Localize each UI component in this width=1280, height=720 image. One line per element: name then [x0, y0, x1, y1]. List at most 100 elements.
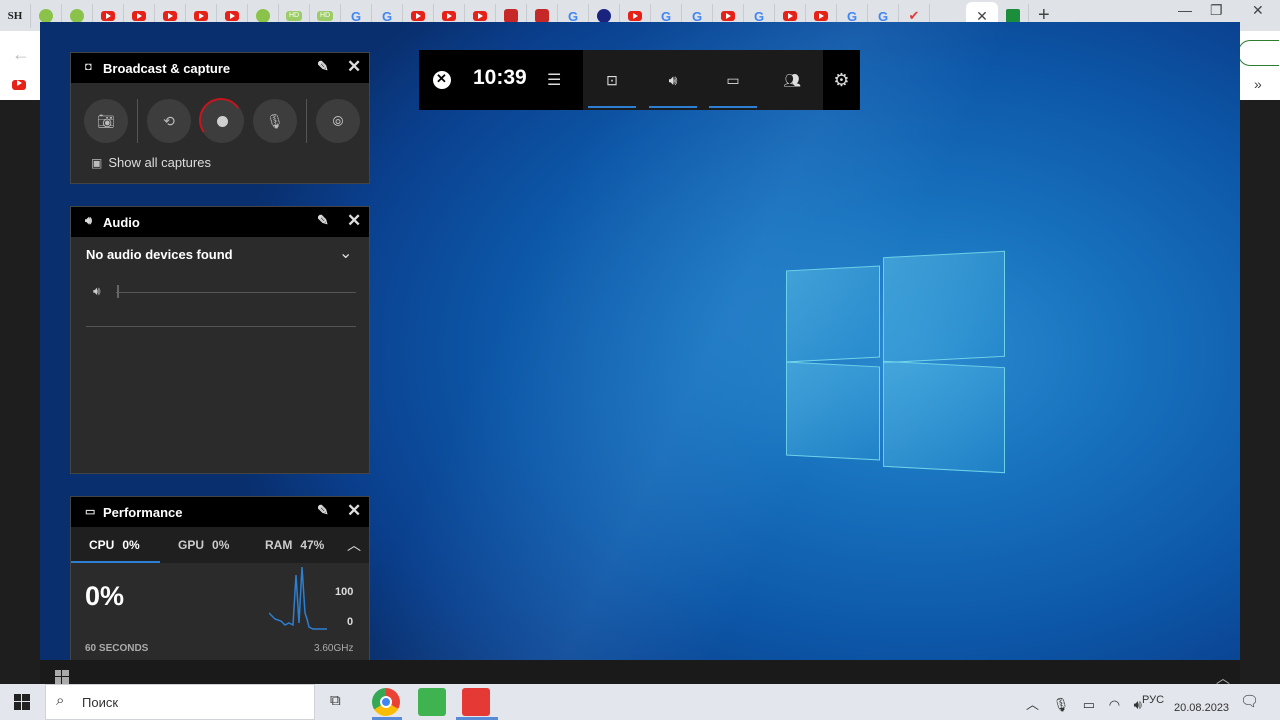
taskbar-date[interactable]: 20.08.2023 — [1174, 702, 1229, 714]
hd-favicon-icon: HD — [317, 11, 333, 21]
start-recording-button[interactable] — [195, 94, 247, 146]
yt-favicon-icon — [783, 11, 797, 21]
pin-icon[interactable]: ✎ — [317, 212, 329, 229]
tab-ram[interactable]: RAM 47% — [265, 538, 324, 552]
game-bar: 10:39 ☰ ⊡ 🔊︎ ▭ 👥︎ ⚙ — [419, 50, 860, 110]
widget-title: Performance — [103, 505, 183, 520]
screenshot-button[interactable]: 📷︎ — [84, 99, 128, 143]
host-taskbar: ⌕ Поиск ⧉ ︿ 🎙︎ ▭ ◠ 🔊︎ РУС 20.08.2023 🗨︎ — [0, 684, 1280, 720]
leaf-favicon-icon — [70, 9, 84, 23]
performance-icon[interactable]: ▭ — [706, 50, 760, 110]
restore-icon[interactable]: ❐ — [1210, 2, 1223, 19]
volume-icon[interactable]: 🔊︎ — [1134, 697, 1142, 712]
language-indicator[interactable]: РУС — [1142, 694, 1164, 706]
speaker-icon: 🔊︎ — [93, 284, 101, 298]
capture-icon[interactable]: ⊡ — [585, 50, 639, 110]
profile-pill[interactable] — [1238, 40, 1279, 66]
yt-favicon-icon — [411, 11, 425, 21]
cpu-usage-value: 0% — [85, 581, 125, 611]
wifi-icon[interactable]: ◠ — [1109, 697, 1120, 712]
green-app-icon[interactable] — [418, 688, 446, 716]
camera-icon: ◘ — [85, 61, 92, 73]
chevron-up-icon[interactable]: ︿ — [1026, 697, 1039, 712]
volume-slider-thumb[interactable] — [117, 285, 119, 298]
mic-icon[interactable]: 🎙︎ — [1053, 697, 1070, 712]
widget-title: Audio — [103, 215, 140, 230]
green-favicon-icon — [1006, 9, 1020, 23]
speaker-icon: 🔊︎ — [85, 215, 92, 227]
minimize-icon[interactable]: — — [1178, 2, 1192, 18]
close-icon[interactable]: ✕ — [347, 501, 361, 521]
camera-icon: 📷︎ — [97, 112, 115, 129]
gear-icon[interactable]: ⚙ — [823, 50, 860, 110]
chevron-down-icon[interactable]: ⌄ — [339, 243, 352, 263]
flower-favicon-icon — [256, 9, 270, 23]
broadcast-button[interactable]: ⦾ — [316, 99, 360, 143]
yt-favicon-icon — [814, 11, 828, 21]
mic-toggle-button[interactable]: 🎙︎ — [253, 99, 297, 143]
widget-header: ▭ Performance ✎ ✕ — [71, 497, 369, 527]
hd-favicon-icon: HD — [286, 11, 302, 21]
search-placeholder: Поиск — [82, 695, 119, 710]
graph-duration-label: 60 SECONDS — [85, 643, 149, 654]
yt-favicon-icon — [442, 11, 456, 21]
rose-favicon-icon — [535, 9, 549, 23]
task-view-icon[interactable]: ⧉ — [330, 692, 341, 709]
bookmark-youtube-icon[interactable] — [12, 78, 26, 90]
yt-favicon-icon — [473, 11, 487, 21]
performance-tabs: CPU 0% GPU 0% RAM 47% ︿ — [71, 527, 369, 563]
tab-gpu[interactable]: GPU 0% — [178, 538, 229, 552]
browser-tab[interactable]: SH — [0, 4, 31, 28]
close-icon[interactable]: ✕ — [347, 211, 361, 231]
performance-widget: ▭ Performance ✎ ✕ CPU 0% GPU 0% RAM 47% ︿ 0… — [70, 496, 370, 668]
leaf-favicon-icon — [39, 9, 53, 23]
gallery-icon: ▣ — [91, 156, 103, 170]
widget-menu-icon[interactable]: ☰ — [547, 70, 561, 90]
widget-header: ◘ Broadcast & capture ✎ ✕ — [71, 53, 369, 83]
taskbar-search[interactable]: ⌕ Поиск — [45, 684, 315, 720]
audio-widget: 🔊︎ Audio ✎ ✕ No audio devices found ⌄ 🔊︎ — [70, 206, 370, 474]
rose-favicon-icon — [504, 9, 518, 23]
performance-icon: ▭ — [85, 506, 96, 518]
chrome-icon[interactable] — [372, 688, 400, 716]
sh-favicon-icon: SH — [7, 10, 23, 22]
yt-favicon-icon — [163, 11, 177, 21]
record-last-button[interactable]: ⟲ — [147, 99, 191, 143]
back-arrow-icon[interactable]: ← — [12, 44, 30, 65]
more-bookmarks-icon[interactable]: » — [1254, 76, 1262, 92]
history-icon: ⟲ — [163, 112, 175, 129]
divider — [137, 99, 138, 143]
chevron-up-icon[interactable]: ︿ — [347, 535, 361, 555]
windows-start-icon[interactable] — [55, 670, 69, 684]
cpu-clock-label: 3.60GHz — [314, 643, 354, 654]
blue-favicon-icon — [597, 9, 611, 23]
windows-logo — [786, 250, 1006, 474]
cpu-usage-graph — [269, 566, 327, 630]
system-tray: ︿ 🎙︎ ▭ ◠ 🔊︎ — [1026, 694, 1152, 713]
tab-cpu[interactable]: CPU 0% — [89, 538, 140, 552]
notification-icon[interactable]: 🗨︎ — [1240, 692, 1259, 710]
recording-ring — [195, 94, 247, 146]
divider — [306, 99, 307, 143]
game-bar-clock: 10:39 — [473, 66, 527, 89]
audio-device-select[interactable]: No audio devices found — [86, 247, 233, 262]
windows-start-icon[interactable] — [14, 694, 30, 710]
graph-max-label: 100 — [335, 586, 354, 598]
show-all-captures-link[interactable]: ▣ Show all captures — [91, 155, 211, 170]
xbox-icon[interactable] — [433, 71, 451, 89]
close-window-icon[interactable]: ✕ — [1252, 2, 1264, 19]
pin-icon[interactable]: ✎ — [317, 502, 329, 519]
yt-favicon-icon — [101, 11, 115, 21]
yt-favicon-icon — [225, 11, 239, 21]
game-bar-home: 10:39 ☰ — [419, 50, 583, 110]
red-app-icon[interactable] — [462, 688, 490, 716]
mic-off-icon: 🎙︎ — [266, 112, 284, 129]
battery-icon[interactable]: ▭ — [1083, 697, 1095, 712]
audio-icon[interactable]: 🔊︎ — [646, 50, 700, 110]
social-icon[interactable]: 👥︎ — [765, 50, 819, 110]
close-icon[interactable]: ✕ — [347, 57, 361, 77]
pin-icon[interactable]: ✎ — [317, 58, 329, 75]
divider — [86, 326, 356, 327]
volume-slider[interactable] — [116, 292, 356, 293]
yt-favicon-icon — [132, 11, 146, 21]
